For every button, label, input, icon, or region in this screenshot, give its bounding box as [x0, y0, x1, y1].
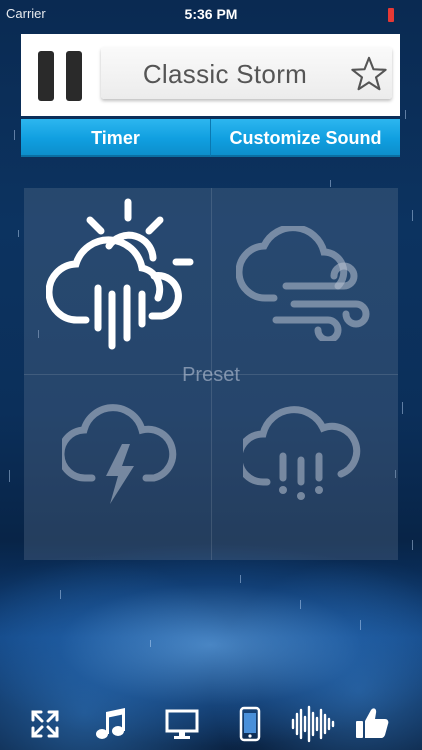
bottom-toolbar — [0, 694, 422, 750]
soundwave-icon[interactable] — [290, 704, 336, 744]
thumbs-up-icon[interactable] — [352, 704, 392, 744]
pause-button[interactable] — [38, 51, 82, 101]
now-playing-panel: Classic Storm — [21, 34, 400, 116]
tab-bar: Timer Customize Sound — [21, 119, 400, 157]
cloud-lightning-icon — [62, 404, 177, 504]
status-bar: Carrier 5:36 PM — [0, 0, 422, 30]
preset-label: Preset — [182, 364, 240, 386]
tab-customize-sound[interactable]: Customize Sound — [210, 119, 400, 157]
preset-wind[interactable] — [211, 188, 397, 373]
app-screen: Carrier 5:36 PM Classic Storm Timer Cust… — [0, 0, 422, 750]
star-outline-icon[interactable] — [350, 55, 388, 93]
cloud-wind-icon — [236, 226, 370, 341]
preset-thunder[interactable] — [24, 374, 210, 559]
cloud-heavy-rain-icon — [243, 406, 361, 500]
battery-icon — [388, 8, 394, 22]
sound-title: Classic Storm — [142, 59, 308, 89]
music-note-icon[interactable] — [90, 704, 130, 744]
monitor-icon[interactable] — [162, 704, 202, 744]
phone-icon[interactable] — [230, 704, 270, 744]
status-time: 5:36 PM — [184, 6, 238, 22]
preset-grid: Preset — [24, 188, 398, 560]
tab-timer[interactable]: Timer — [21, 119, 210, 157]
sun-cloud-rain-icon — [46, 198, 194, 350]
pause-icon — [38, 51, 54, 101]
sound-title-box[interactable]: Classic Storm — [101, 47, 392, 99]
preset-sun-rain[interactable] — [24, 188, 210, 373]
preset-heavy-rain[interactable] — [211, 374, 397, 559]
pause-icon-bar — [66, 51, 82, 101]
fullscreen-icon[interactable] — [25, 704, 65, 744]
